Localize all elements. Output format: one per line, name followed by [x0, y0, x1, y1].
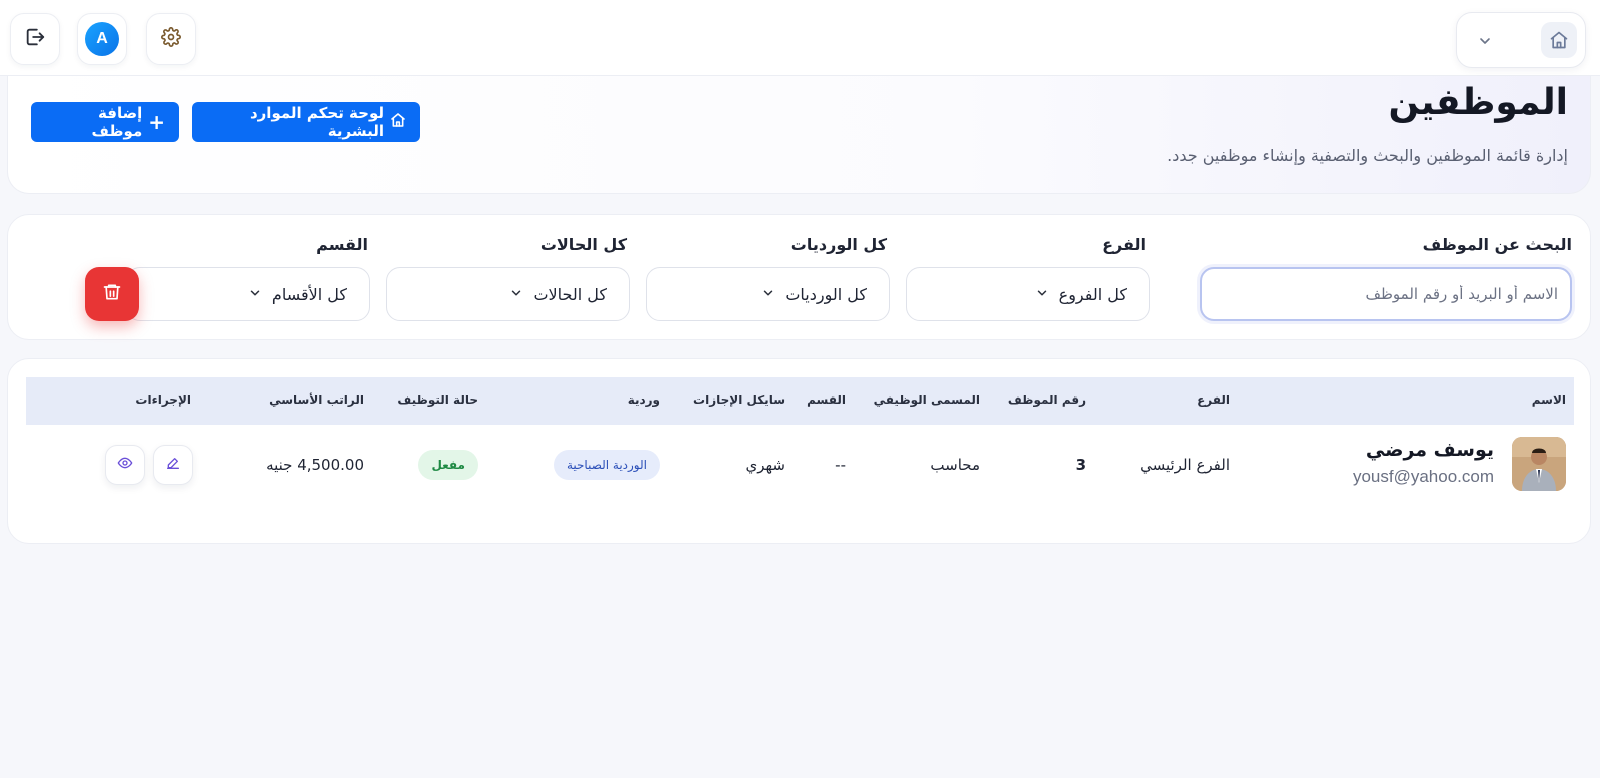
table-row[interactable]: يوسف مرضي yousf@yahoo.com الفرع الرئيسي … — [26, 425, 1574, 509]
top-bar: A — [0, 0, 1600, 76]
page-title: الموظفين — [1388, 82, 1568, 123]
column-header-actions: الإجراءات — [135, 393, 191, 407]
plus-icon: + — [148, 110, 165, 134]
table-header: الاسم الفرع رقم الموظف المسمى الوظيفي ال… — [26, 377, 1574, 425]
home-icon — [390, 112, 406, 132]
clear-filters-button[interactable] — [85, 267, 139, 321]
employees-table: الاسم الفرع رقم الموظف المسمى الوظيفي ال… — [7, 358, 1591, 544]
status-select-value: كل الحالات — [533, 284, 607, 304]
hr-dashboard-label: لوحة تحكم الموارد البشرية — [249, 104, 384, 140]
branch-label: الفرع — [1102, 235, 1146, 254]
status-badge: مفعل — [418, 450, 478, 480]
edit-icon — [165, 455, 181, 475]
add-employee-button[interactable]: + إضافة موظف — [31, 102, 179, 142]
department-select[interactable]: كل الأقسام — [126, 267, 370, 321]
shift-badge: الوردية الصباحية — [553, 450, 660, 480]
edit-employee-button[interactable] — [153, 445, 193, 485]
nav-menu-dropdown[interactable] — [1456, 12, 1586, 68]
cell-job-title: محاسب — [930, 456, 980, 474]
chevron-down-icon[interactable] — [1475, 31, 1495, 51]
status-select[interactable]: كل الحالات — [386, 267, 630, 321]
chevron-down-icon — [1035, 285, 1049, 304]
column-header-department: القسم — [807, 393, 846, 407]
view-employee-button[interactable] — [105, 445, 145, 485]
page-subtitle: إدارة قائمة الموظفين والبحث والتصفية وإن… — [1167, 146, 1568, 165]
logout-button[interactable] — [10, 13, 60, 65]
branch-select[interactable]: كل الفروع — [906, 267, 1150, 321]
column-header-job-title: المسمى الوظيفي — [873, 393, 980, 407]
settings-icon — [161, 27, 181, 51]
cell-department: -- — [835, 456, 846, 474]
column-header-name: الاسم — [1531, 393, 1566, 407]
column-header-leave-cycle: سايكل الإجازات — [693, 393, 785, 407]
page-header: الموظفين إدارة قائمة الموظفين والبحث وال… — [7, 76, 1591, 194]
column-header-employee-no: رقم الموظف — [1007, 393, 1086, 407]
column-header-branch: الفرع — [1197, 393, 1230, 407]
column-header-base-salary: الراتب الأساسي — [269, 393, 364, 407]
employee-email: yousf@yahoo.com — [1352, 467, 1494, 486]
search-label: البحث عن الموظف — [1422, 235, 1572, 254]
column-header-shift: وردية — [627, 393, 660, 407]
shift-select[interactable]: كل الورديات — [646, 267, 890, 321]
trash-icon — [102, 282, 122, 306]
chevron-down-icon — [761, 285, 775, 304]
hr-dashboard-button[interactable]: لوحة تحكم الموارد البشرية — [192, 102, 420, 142]
employee-name[interactable]: يوسف مرضي — [1366, 439, 1494, 461]
cell-leave-cycle: شهري — [745, 456, 786, 474]
add-employee-label: إضافة موظف — [91, 104, 143, 140]
shift-select-value: كل الورديات — [785, 284, 867, 304]
avatar: A — [85, 22, 119, 56]
shift-label: كل الورديات — [790, 235, 887, 254]
chevron-down-icon — [248, 285, 262, 304]
department-label: القسم — [316, 235, 368, 254]
status-label: كل الحالات — [540, 235, 627, 254]
employee-photo — [1512, 437, 1566, 491]
cell-base-salary: 4,500.00 جنيه — [266, 456, 364, 474]
cell-branch: الفرع الرئيسي — [1140, 456, 1230, 474]
branch-select-value: كل الفروع — [1058, 284, 1127, 304]
home-icon[interactable] — [1541, 22, 1577, 58]
department-select-value: كل الأقسام — [271, 284, 347, 304]
user-avatar-button[interactable]: A — [77, 13, 127, 65]
cell-employee-no: 3 — [1075, 456, 1086, 474]
logout-icon — [24, 26, 46, 52]
column-header-employment-status: حالة التوظيف — [397, 393, 478, 407]
chevron-down-icon — [509, 285, 523, 304]
search-input[interactable] — [1200, 267, 1572, 321]
settings-button[interactable] — [146, 13, 196, 65]
eye-icon — [117, 455, 133, 475]
filters-panel: البحث عن الموظف الفرع كل الفروع كل الورد… — [7, 214, 1591, 340]
